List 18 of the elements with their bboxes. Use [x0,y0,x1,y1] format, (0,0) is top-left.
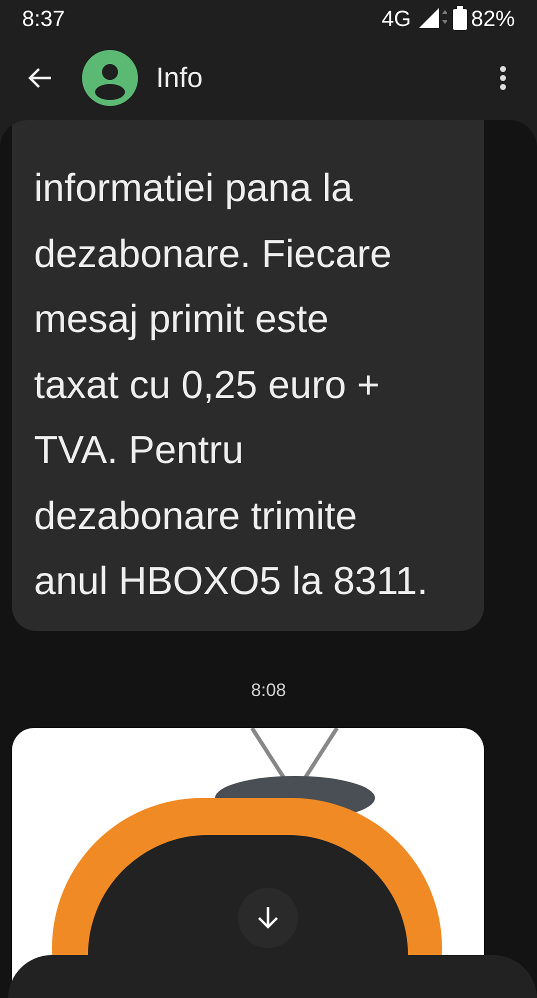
message-line: dezabonare. Fiecare [34,232,393,278]
download-icon [256,904,280,930]
message-line: TVA. Pentru [34,428,245,474]
contact-name: Info [156,61,203,95]
message-time: 8:08 [250,678,286,702]
message-line: dezabonare trimite [34,494,358,540]
avatar-icon[interactable] [82,50,138,106]
message-line: anul HBOXO5 la 8311. [34,559,429,605]
network-type: 4G [382,4,411,32]
message-line: taxat cu 0,25 euro + [34,362,381,408]
battery-level: 82% [470,4,515,32]
status-time: 8:37 [22,4,65,32]
signal-icon [416,6,447,30]
back-arrow-icon [27,67,53,89]
battery-icon [452,6,467,30]
more-icon [499,65,507,91]
message-line: informatiei pana la [34,166,354,212]
message-line: mesaj primit este [34,297,330,343]
